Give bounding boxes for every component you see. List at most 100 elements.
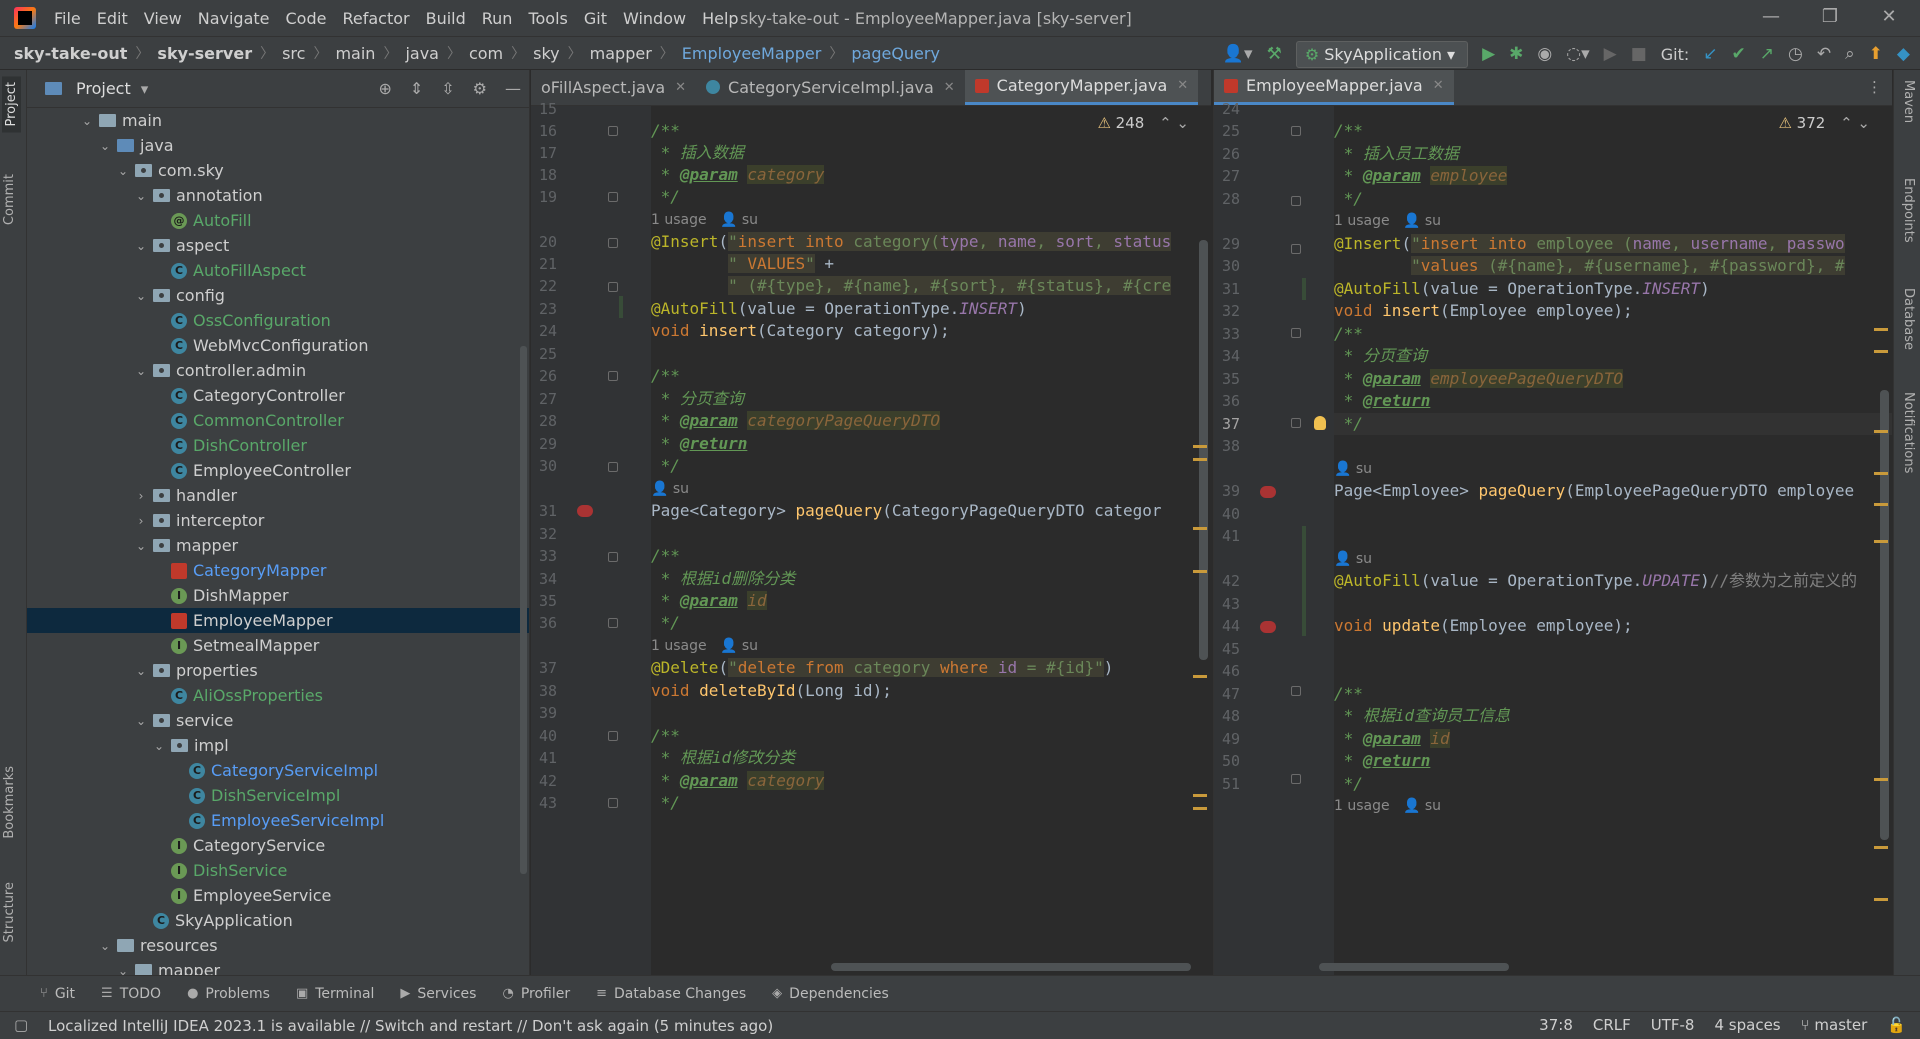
tree-node[interactable]: CategoryMapper [27, 558, 529, 583]
breadcrumb-item[interactable]: sky [533, 44, 560, 63]
warning-marker[interactable] [1193, 458, 1207, 461]
profile-icon[interactable]: ◌▾ [1566, 44, 1589, 64]
warning-marker[interactable] [1874, 898, 1888, 901]
code-vision-hint[interactable]: 👤 su [651, 478, 689, 500]
bottom-tab-terminal[interactable]: ▣ Terminal [296, 986, 374, 1002]
breadcrumb-item[interactable]: sky-take-out [14, 44, 127, 63]
line-number[interactable]: 24 [531, 320, 557, 342]
tree-node[interactable]: › handler [27, 483, 529, 508]
code-vision-hint[interactable]: 👤 su [1334, 458, 1372, 480]
caret-position[interactable]: 37:8 [1539, 1016, 1573, 1034]
editor-right-hscrollbar[interactable] [1319, 963, 1509, 971]
line-number[interactable]: 41 [531, 747, 557, 769]
chevron-down-icon[interactable]: ▾ [141, 80, 149, 98]
chevron-down-icon[interactable]: ⌄ [133, 189, 149, 203]
bottom-tab-problems[interactable]: ● Problems [187, 986, 270, 1002]
tool-tab-endpoints[interactable]: Endpoints [1901, 178, 1916, 243]
line-number[interactable]: 21 [531, 253, 557, 275]
history-icon[interactable]: ◷ [1788, 44, 1803, 64]
run-configuration-select[interactable]: ⚙ SkyApplication ▾ [1295, 40, 1469, 68]
warning-marker[interactable] [1874, 350, 1888, 353]
line-number[interactable]: 28 [531, 410, 557, 432]
tree-node[interactable]: C CommonController [27, 408, 529, 433]
fold-icon[interactable] [1291, 774, 1301, 784]
line-number[interactable]: 24 [1214, 98, 1240, 120]
code-vision-hint[interactable]: 1 usage 👤 su [1334, 795, 1441, 817]
collapse-all-icon[interactable]: ⇳ [441, 79, 454, 98]
breadcrumb-item[interactable]: main [335, 44, 375, 63]
tree-node[interactable]: ⌄ properties [27, 658, 529, 683]
tree-node[interactable]: C CategoryController [27, 383, 529, 408]
warning-marker[interactable] [1874, 472, 1888, 475]
code-area-left[interactable]: /** * 插入数据 * @param category */ 1 usage 👤… [651, 106, 1211, 975]
warning-marker[interactable] [1193, 445, 1207, 448]
tool-tab-maven[interactable]: Maven [1901, 80, 1916, 123]
line-number[interactable]: 22 [531, 275, 557, 297]
close-tab-icon[interactable]: ✕ [944, 80, 955, 95]
line-number[interactable]: 46 [1214, 660, 1240, 682]
chevron-down-icon[interactable]: ⌄ [97, 139, 113, 153]
mybatis-navigate-icon[interactable] [1260, 621, 1276, 633]
warning-marker[interactable] [1193, 675, 1207, 678]
minimize-icon[interactable]: — [1756, 6, 1786, 30]
mybatis-navigate-icon[interactable] [1260, 486, 1276, 498]
locate-icon[interactable]: ⊕ [378, 79, 391, 98]
tree-node[interactable]: I DishMapper [27, 583, 529, 608]
tree-node[interactable]: ⌄ java [27, 133, 529, 158]
tree-node[interactable]: ⌄ config [27, 283, 529, 308]
chevron-down-icon[interactable]: ⌄ [133, 289, 149, 303]
breadcrumb-item[interactable]: java [405, 44, 439, 63]
chevron-right-icon[interactable]: › [133, 514, 149, 528]
line-number[interactable]: 25 [531, 343, 557, 365]
bottom-tab-todo[interactable]: ☰ TODO [101, 986, 161, 1002]
menu-view[interactable]: View [144, 9, 182, 28]
fold-icon[interactable] [608, 462, 618, 472]
file-encoding[interactable]: UTF-8 [1651, 1016, 1695, 1034]
debug-icon[interactable]: ✱ [1509, 44, 1523, 64]
line-number[interactable]: 28 [1214, 188, 1240, 210]
warning-marker[interactable] [1193, 570, 1207, 573]
line-number[interactable]: 18 [531, 164, 557, 186]
fold-icon[interactable] [608, 371, 618, 381]
lock-icon[interactable]: 🔓 [1887, 1016, 1906, 1034]
line-number[interactable]: 26 [531, 365, 557, 387]
fold-icon[interactable] [608, 192, 618, 202]
line-number[interactable]: 41 [1214, 525, 1240, 547]
line-number[interactable]: 42 [531, 770, 557, 792]
line-number[interactable]: 37 [1214, 413, 1240, 435]
chevron-down-icon[interactable]: ⌄ [97, 939, 113, 953]
search-icon[interactable]: ⌕ [1845, 44, 1855, 64]
tree-node[interactable]: C EmployeeServiceImpl [27, 808, 529, 833]
line-number[interactable]: 27 [531, 388, 557, 410]
updates-icon[interactable]: ⬆ [1869, 44, 1883, 64]
tree-node[interactable]: ⌄ main [27, 108, 529, 133]
breadcrumb-item[interactable]: sky-server [157, 44, 252, 63]
line-number[interactable]: 34 [1214, 345, 1240, 367]
mybatis-navigate-icon[interactable] [577, 505, 593, 517]
editor-right-scrollbar[interactable] [1880, 390, 1889, 840]
line-number[interactable]: 35 [1214, 368, 1240, 390]
line-number[interactable]: 15 [531, 98, 557, 120]
menu-build[interactable]: Build [426, 9, 466, 28]
line-number[interactable]: 39 [1214, 480, 1240, 502]
line-number[interactable]: 30 [1214, 255, 1240, 277]
line-number[interactable]: 40 [1214, 503, 1240, 525]
line-number[interactable]: 31 [531, 500, 557, 522]
tree-node[interactable]: I CategoryService [27, 833, 529, 858]
line-number[interactable]: 36 [531, 612, 557, 634]
chevron-down-icon[interactable]: ⌄ [133, 364, 149, 378]
line-number[interactable]: 36 [1214, 390, 1240, 412]
menu-file[interactable]: File [54, 9, 81, 28]
menu-tools[interactable]: Tools [528, 9, 567, 28]
line-number[interactable]: 29 [531, 433, 557, 455]
fold-icon[interactable] [1291, 686, 1301, 696]
line-number[interactable]: 39 [531, 702, 557, 724]
tool-tab-database[interactable]: Database [1901, 288, 1916, 350]
line-number[interactable]: 20 [531, 231, 557, 253]
more-options-icon[interactable]: ⋮ [1867, 78, 1882, 96]
warnings-badge[interactable]: ⚠ 372 ⌃ ⌄ [1778, 114, 1870, 132]
tree-node[interactable]: I EmployeeService [27, 883, 529, 908]
line-number[interactable]: 42 [1214, 570, 1240, 592]
line-number[interactable]: 17 [531, 142, 557, 164]
breadcrumb-item[interactable]: mapper [590, 44, 652, 63]
